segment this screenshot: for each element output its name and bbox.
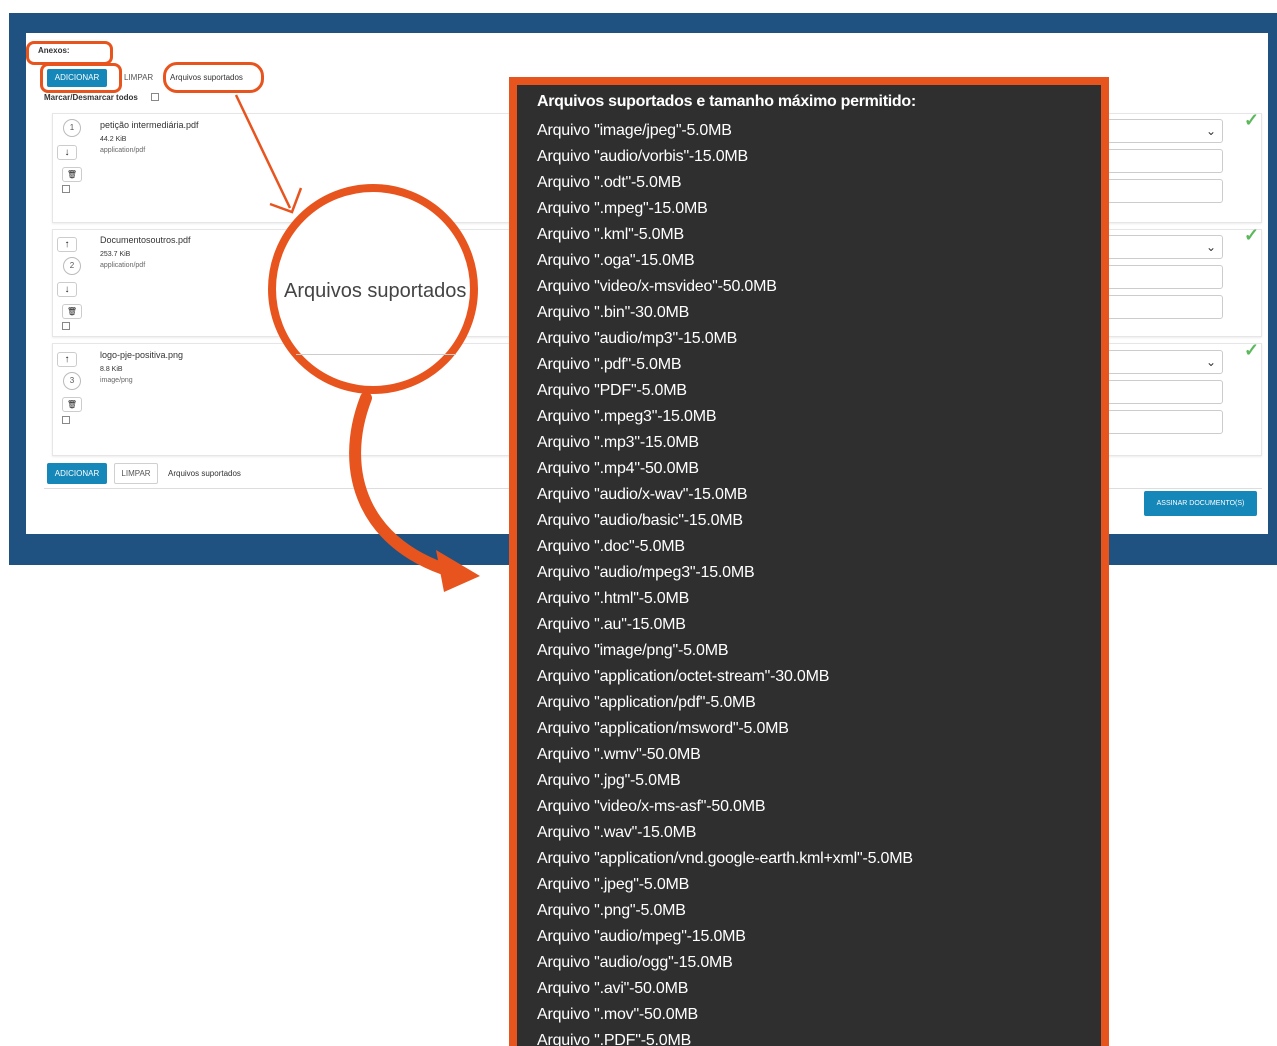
list-item: Arquivo ".wav"-15.0MB <box>537 824 697 841</box>
zoom-supported-files-text: Arquivos suportados <box>284 280 467 302</box>
list-item: Arquivo ".pdf"-5.0MB <box>537 356 682 373</box>
list-item: Arquivo ".mp4"-50.0MB <box>537 460 699 477</box>
list-item: Arquivo ".mpeg"-15.0MB <box>537 200 708 217</box>
supported-files-list: Arquivo "image/jpeg"-5.0MB Arquivo "audi… <box>537 118 913 1046</box>
list-item: Arquivo "PDF"-5.0MB <box>537 382 687 399</box>
list-item: Arquivo "audio/x-wav"-15.0MB <box>537 486 748 503</box>
list-item: Arquivo ".doc"-5.0MB <box>537 538 685 555</box>
thick-arrow-curve <box>349 392 466 580</box>
list-item: Arquivo "application/vnd.google-earth.km… <box>537 850 913 867</box>
list-item: Arquivo ".kml"-5.0MB <box>537 226 684 243</box>
list-item: Arquivo "application/pdf"-5.0MB <box>537 694 756 711</box>
list-item: Arquivo "image/png"-5.0MB <box>537 642 729 659</box>
zoom-magnifier: Arquivos suportados <box>268 184 478 394</box>
thin-arrow-line <box>234 94 292 209</box>
list-item: Arquivo ".avi"-50.0MB <box>537 980 689 997</box>
list-item: Arquivo "audio/ogg"-15.0MB <box>537 954 733 971</box>
list-item: Arquivo ".bin"-30.0MB <box>537 304 690 321</box>
list-item: Arquivo ".au"-15.0MB <box>537 616 686 633</box>
list-item: Arquivo "audio/mpeg"-15.0MB <box>537 928 746 945</box>
zoom-divider <box>296 354 456 355</box>
list-item: Arquivo ".jpeg"-5.0MB <box>537 876 690 893</box>
list-item: Arquivo "audio/mp3"-15.0MB <box>537 330 738 347</box>
list-item: Arquivo "audio/vorbis"-15.0MB <box>537 148 748 165</box>
list-item: Arquivo ".html"-5.0MB <box>537 590 690 607</box>
list-item: Arquivo ".png"-5.0MB <box>537 902 686 919</box>
list-item: Arquivo "audio/mpeg3"-15.0MB <box>537 564 755 581</box>
list-item: Arquivo ".mpeg3"-15.0MB <box>537 408 717 425</box>
list-item: Arquivo "application/msword"-5.0MB <box>537 720 789 737</box>
list-item: Arquivo "application/octet-stream"-30.0M… <box>537 668 830 685</box>
list-item: Arquivo ".oga"-15.0MB <box>537 252 695 269</box>
list-item: Arquivo "audio/basic"-15.0MB <box>537 512 743 529</box>
list-item: Arquivo ".mp3"-15.0MB <box>537 434 699 451</box>
list-item: Arquivo ".PDF"-5.0MB <box>537 1032 692 1046</box>
tooltip-title: Arquivos suportados e tamanho máximo per… <box>537 93 916 110</box>
list-item: Arquivo "video/x-ms-asf"-50.0MB <box>537 798 766 815</box>
list-item: Arquivo ".mov"-50.0MB <box>537 1006 698 1023</box>
thick-arrow-head <box>436 550 480 592</box>
list-item: Arquivo ".jpg"-5.0MB <box>537 772 681 789</box>
list-item: Arquivo ".odt"-5.0MB <box>537 174 682 191</box>
list-item: Arquivo "image/jpeg"-5.0MB <box>537 122 732 139</box>
list-item: Arquivo ".wmv"-50.0MB <box>537 746 701 763</box>
list-item: Arquivo "video/x-msvideo"-50.0MB <box>537 278 777 295</box>
supported-files-tooltip: Arquivos suportados e tamanho máximo per… <box>509 77 1109 1046</box>
